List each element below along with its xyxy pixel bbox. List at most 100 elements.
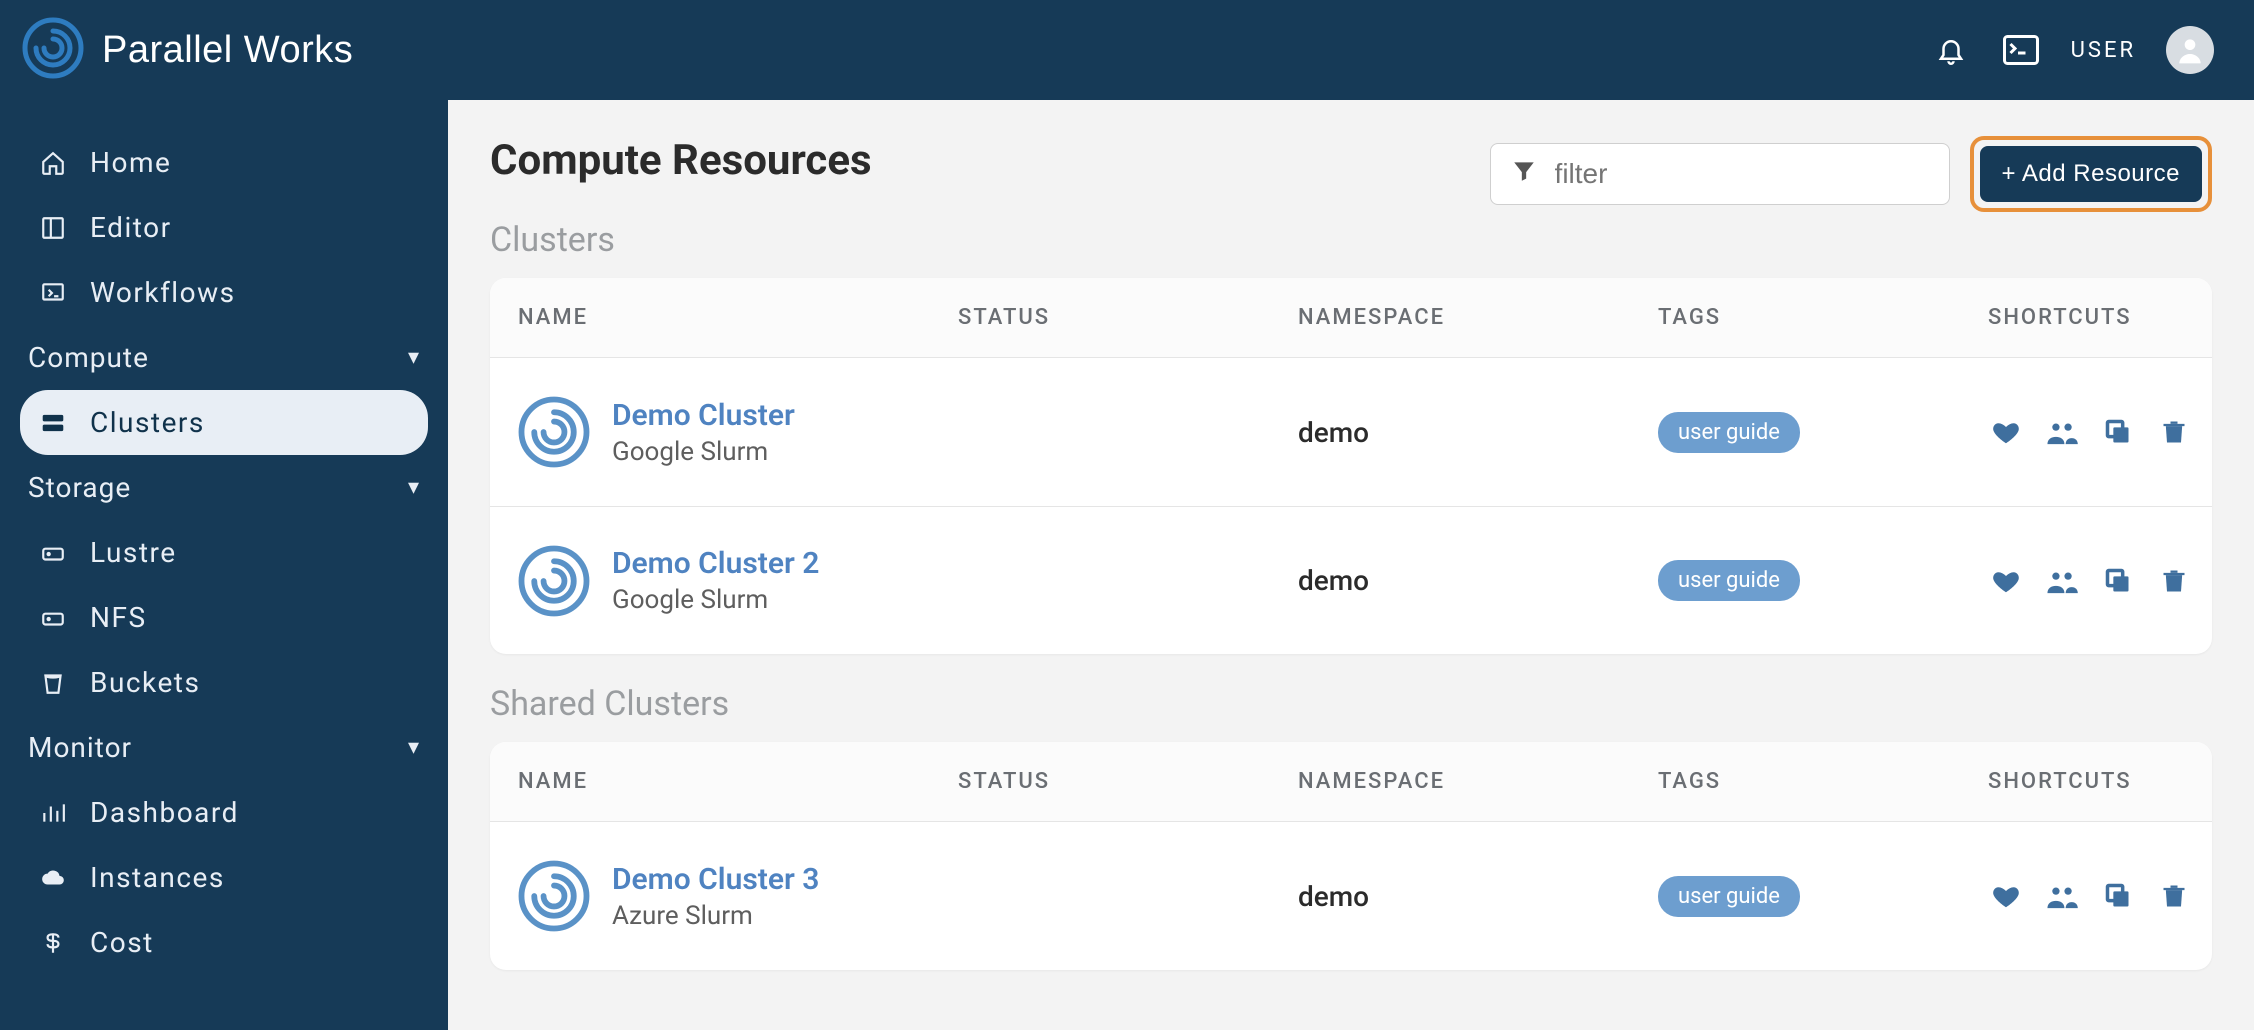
cell-namespace: demo [1298,564,1658,597]
sidebar-item-label: Lustre [90,536,177,569]
table-card: NAME STATUS NAMESPACE TAGS SHORTCUTS Dem… [490,278,2212,654]
sidebar: Home Editor Workflows Compute ▾ Clusters [0,100,448,1030]
section-label: Compute [28,341,149,374]
share-icon[interactable] [2044,878,2080,914]
cell-namespace: demo [1298,880,1658,913]
sidebar-item-lustre[interactable]: Lustre [20,520,428,585]
table-header: NAME STATUS NAMESPACE TAGS SHORTCUTS [490,278,2212,358]
favorite-icon[interactable] [1988,414,2024,450]
col-shortcuts: SHORTCUTS [1988,769,2184,794]
sidebar-item-clusters[interactable]: Clusters [20,390,428,455]
section-label: Monitor [28,731,132,764]
sidebar-item-label: Workflows [90,276,236,309]
sidebar-item-label: Instances [90,861,225,894]
sidebar-item-home[interactable]: Home [20,130,428,195]
filter-icon [1511,158,1537,191]
chart-icon [38,798,68,828]
cluster-logo-icon [518,860,590,932]
chevron-down-icon: ▾ [408,735,420,760]
favorite-icon[interactable] [1988,878,2024,914]
cell-shortcuts [1988,878,2192,914]
section-label: Storage [28,471,131,504]
sidebar-item-dashboard[interactable]: Dashboard [20,780,428,845]
cluster-subtitle: Azure Slurm [612,901,819,931]
cluster-logo-icon [518,545,590,617]
tag-pill[interactable]: user guide [1658,560,1800,601]
page-title: Compute Resources [490,136,872,185]
tag-pill[interactable]: user guide [1658,876,1800,917]
copy-icon[interactable] [2100,878,2136,914]
user-label: USER [2071,38,2136,63]
dollar-icon [38,928,68,958]
editor-icon [38,213,68,243]
avatar[interactable] [2166,26,2214,74]
terminal-icon[interactable] [2001,30,2041,70]
table-header: NAME STATUS NAMESPACE TAGS SHORTCUTS [490,742,2212,822]
brand[interactable]: Parallel Works [22,17,353,83]
sidebar-section-storage[interactable]: Storage ▾ [20,455,428,520]
filter-input-wrap[interactable] [1490,143,1950,205]
page-header: Compute Resources + Add Resource [490,136,2212,212]
sidebar-item-editor[interactable]: Editor [20,195,428,260]
trash-icon[interactable] [2156,414,2192,450]
sidebar-item-label: Editor [90,211,172,244]
sidebar-item-label: Buckets [90,666,200,699]
filter-input[interactable] [1553,157,1929,191]
sidebar-section-monitor[interactable]: Monitor ▾ [20,715,428,780]
sidebar-item-buckets[interactable]: Buckets [20,650,428,715]
sidebar-section-compute[interactable]: Compute ▾ [20,325,428,390]
bell-icon[interactable] [1931,30,1971,70]
clusters-icon [38,408,68,438]
add-resource-button[interactable]: + Add Resource [1980,146,2202,202]
chevron-down-icon: ▾ [408,475,420,500]
sidebar-item-workflows[interactable]: Workflows [20,260,428,325]
sidebar-item-label: Home [90,146,171,179]
col-shortcuts: SHORTCUTS [1988,305,2184,330]
topbar: Parallel Works USER [0,0,2254,100]
workflows-icon [38,278,68,308]
copy-icon[interactable] [2100,563,2136,599]
bucket-icon [38,668,68,698]
sidebar-item-cost[interactable]: Cost [20,910,428,975]
copy-icon[interactable] [2100,414,2136,450]
sidebar-item-instances[interactable]: Instances [20,845,428,910]
cluster-subtitle: Google Slurm [612,437,795,467]
col-tags: TAGS [1658,305,1988,330]
cluster-subtitle: Google Slurm [612,585,819,615]
cell-shortcuts [1988,414,2192,450]
section-title: Shared Clusters [490,684,2212,724]
brand-name: Parallel Works [102,29,353,72]
home-icon [38,148,68,178]
table-card: NAME STATUS NAMESPACE TAGS SHORTCUTS Dem… [490,742,2212,970]
cluster-name-link[interactable]: Demo Cluster 3 [612,862,819,897]
sidebar-item-label: Cost [90,926,154,959]
trash-icon[interactable] [2156,878,2192,914]
main-content: Compute Resources + Add Resource Cluster… [448,100,2254,1030]
sidebar-item-label: Clusters [90,406,205,439]
cell-tags: user guide [1658,876,1988,917]
table-row: Demo Cluster 3 Azure Slurm demo user gui… [490,822,2212,970]
disk-icon [38,603,68,633]
section-title: Clusters [490,220,2212,260]
share-icon[interactable] [2044,414,2080,450]
brand-logo-icon [22,17,84,83]
favorite-icon[interactable] [1988,563,2024,599]
sidebar-item-label: NFS [90,601,147,634]
col-tags: TAGS [1658,769,1988,794]
col-namespace: NAMESPACE [1298,305,1658,330]
table-row: Demo Cluster Google Slurm demo user guid… [490,358,2212,506]
sidebar-item-nfs[interactable]: NFS [20,585,428,650]
cell-namespace: demo [1298,416,1658,449]
cloud-icon [38,863,68,893]
cell-name: Demo Cluster Google Slurm [518,396,958,468]
cluster-name-link[interactable]: Demo Cluster 2 [612,546,819,581]
col-status: STATUS [958,305,1298,330]
col-namespace: NAMESPACE [1298,769,1658,794]
cell-tags: user guide [1658,560,1988,601]
cluster-name-link[interactable]: Demo Cluster [612,398,795,433]
col-name: NAME [518,769,958,794]
col-name: NAME [518,305,958,330]
trash-icon[interactable] [2156,563,2192,599]
share-icon[interactable] [2044,563,2080,599]
tag-pill[interactable]: user guide [1658,412,1800,453]
